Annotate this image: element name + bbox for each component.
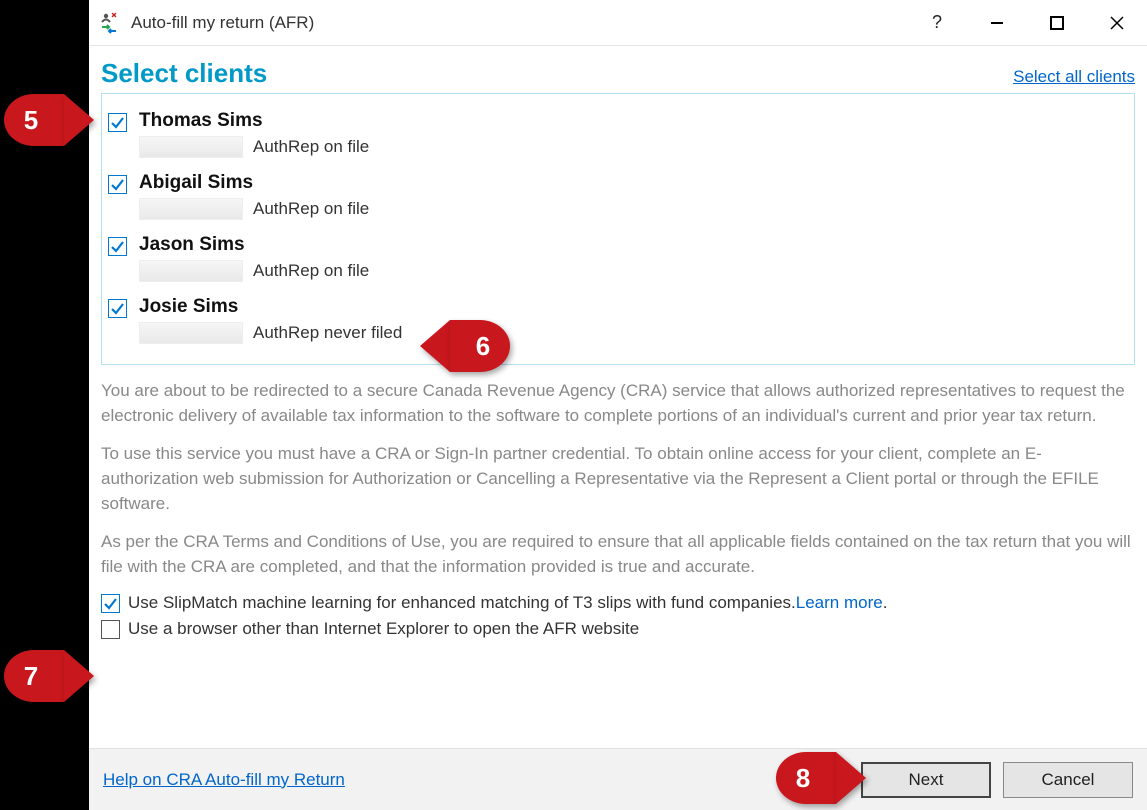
close-button[interactable] [1087,0,1147,46]
info-paragraph-2: To use this service you must have a CRA … [101,442,1135,516]
window-title: Auto-fill my return (AFR) [131,13,314,33]
checkmark-icon [110,301,125,316]
slipmatch-option: Use SlipMatch machine learning for enhan… [101,593,1135,613]
checkmark-icon [110,239,125,254]
browser-label: Use a browser other than Internet Explor… [128,619,639,639]
help-button[interactable]: ? [907,0,967,46]
callout-number: 6 [450,320,510,372]
info-paragraph-3: As per the CRA Terms and Conditions of U… [101,530,1135,579]
checkmark-icon [110,115,125,130]
select-all-link[interactable]: Select all clients [1013,67,1135,87]
slipmatch-label: Use SlipMatch machine learning for enhan… [128,593,796,613]
client-id-redacted [139,322,243,344]
client-name: Thomas Sims [139,110,369,132]
slipmatch-checkbox[interactable] [101,594,120,613]
info-paragraph-1: You are about to be redirected to a secu… [101,379,1135,428]
client-list: Thomas Sims AuthRep on file Abigail Sims… [101,93,1135,365]
client-row: Abigail Sims AuthRep on file [108,166,1128,220]
minimize-icon [990,16,1004,30]
client-checkbox[interactable] [108,175,127,194]
slipmatch-period: . [883,593,888,613]
close-icon [1110,16,1124,30]
maximize-icon [1050,16,1064,30]
footer-help-link[interactable]: Help on CRA Auto-fill my Return [103,770,345,790]
client-row: Thomas Sims AuthRep on file [108,104,1128,158]
minimize-button[interactable] [967,0,1027,46]
next-button-label: Next [909,770,944,790]
callout-7: 7 [4,650,94,702]
client-status: AuthRep on file [253,261,369,281]
browser-checkbox[interactable] [101,620,120,639]
callout-8: 8 [776,752,866,804]
checkmark-icon [110,177,125,192]
cancel-button-label: Cancel [1042,770,1095,790]
client-id-redacted [139,136,243,158]
client-status: AuthRep on file [253,199,369,219]
callout-number: 7 [4,650,64,702]
callout-number: 8 [776,752,836,804]
callout-number: 5 [4,94,64,146]
client-status: AuthRep on file [253,137,369,157]
section-title: Select clients [101,58,267,89]
client-checkbox[interactable] [108,299,127,318]
content-area: Select clients Select all clients Thomas… [89,46,1147,748]
learn-more-link[interactable]: Learn more [796,593,883,613]
client-id-redacted [139,260,243,282]
afr-dialog: Auto-fill my return (AFR) ? Select clien… [89,0,1147,810]
client-id-redacted [139,198,243,220]
callout-6: 6 [420,320,510,372]
footer-bar: Help on CRA Auto-fill my Return Next Can… [89,748,1147,810]
callout-5: 5 [4,94,94,146]
maximize-button[interactable] [1027,0,1087,46]
client-checkbox[interactable] [108,113,127,132]
titlebar: Auto-fill my return (AFR) ? [89,0,1147,46]
client-status: AuthRep never filed [253,323,402,343]
client-row: Josie Sims AuthRep never filed [108,290,1128,344]
cancel-button[interactable]: Cancel [1003,762,1133,798]
client-row: Jason Sims AuthRep on file [108,228,1128,282]
client-name: Josie Sims [139,296,402,318]
app-icon [99,12,121,34]
client-checkbox[interactable] [108,237,127,256]
client-name: Abigail Sims [139,172,369,194]
next-button[interactable]: Next [861,762,991,798]
help-icon: ? [932,12,942,33]
client-name: Jason Sims [139,234,369,256]
checkmark-icon [103,596,118,611]
browser-option: Use a browser other than Internet Explor… [101,619,1135,639]
